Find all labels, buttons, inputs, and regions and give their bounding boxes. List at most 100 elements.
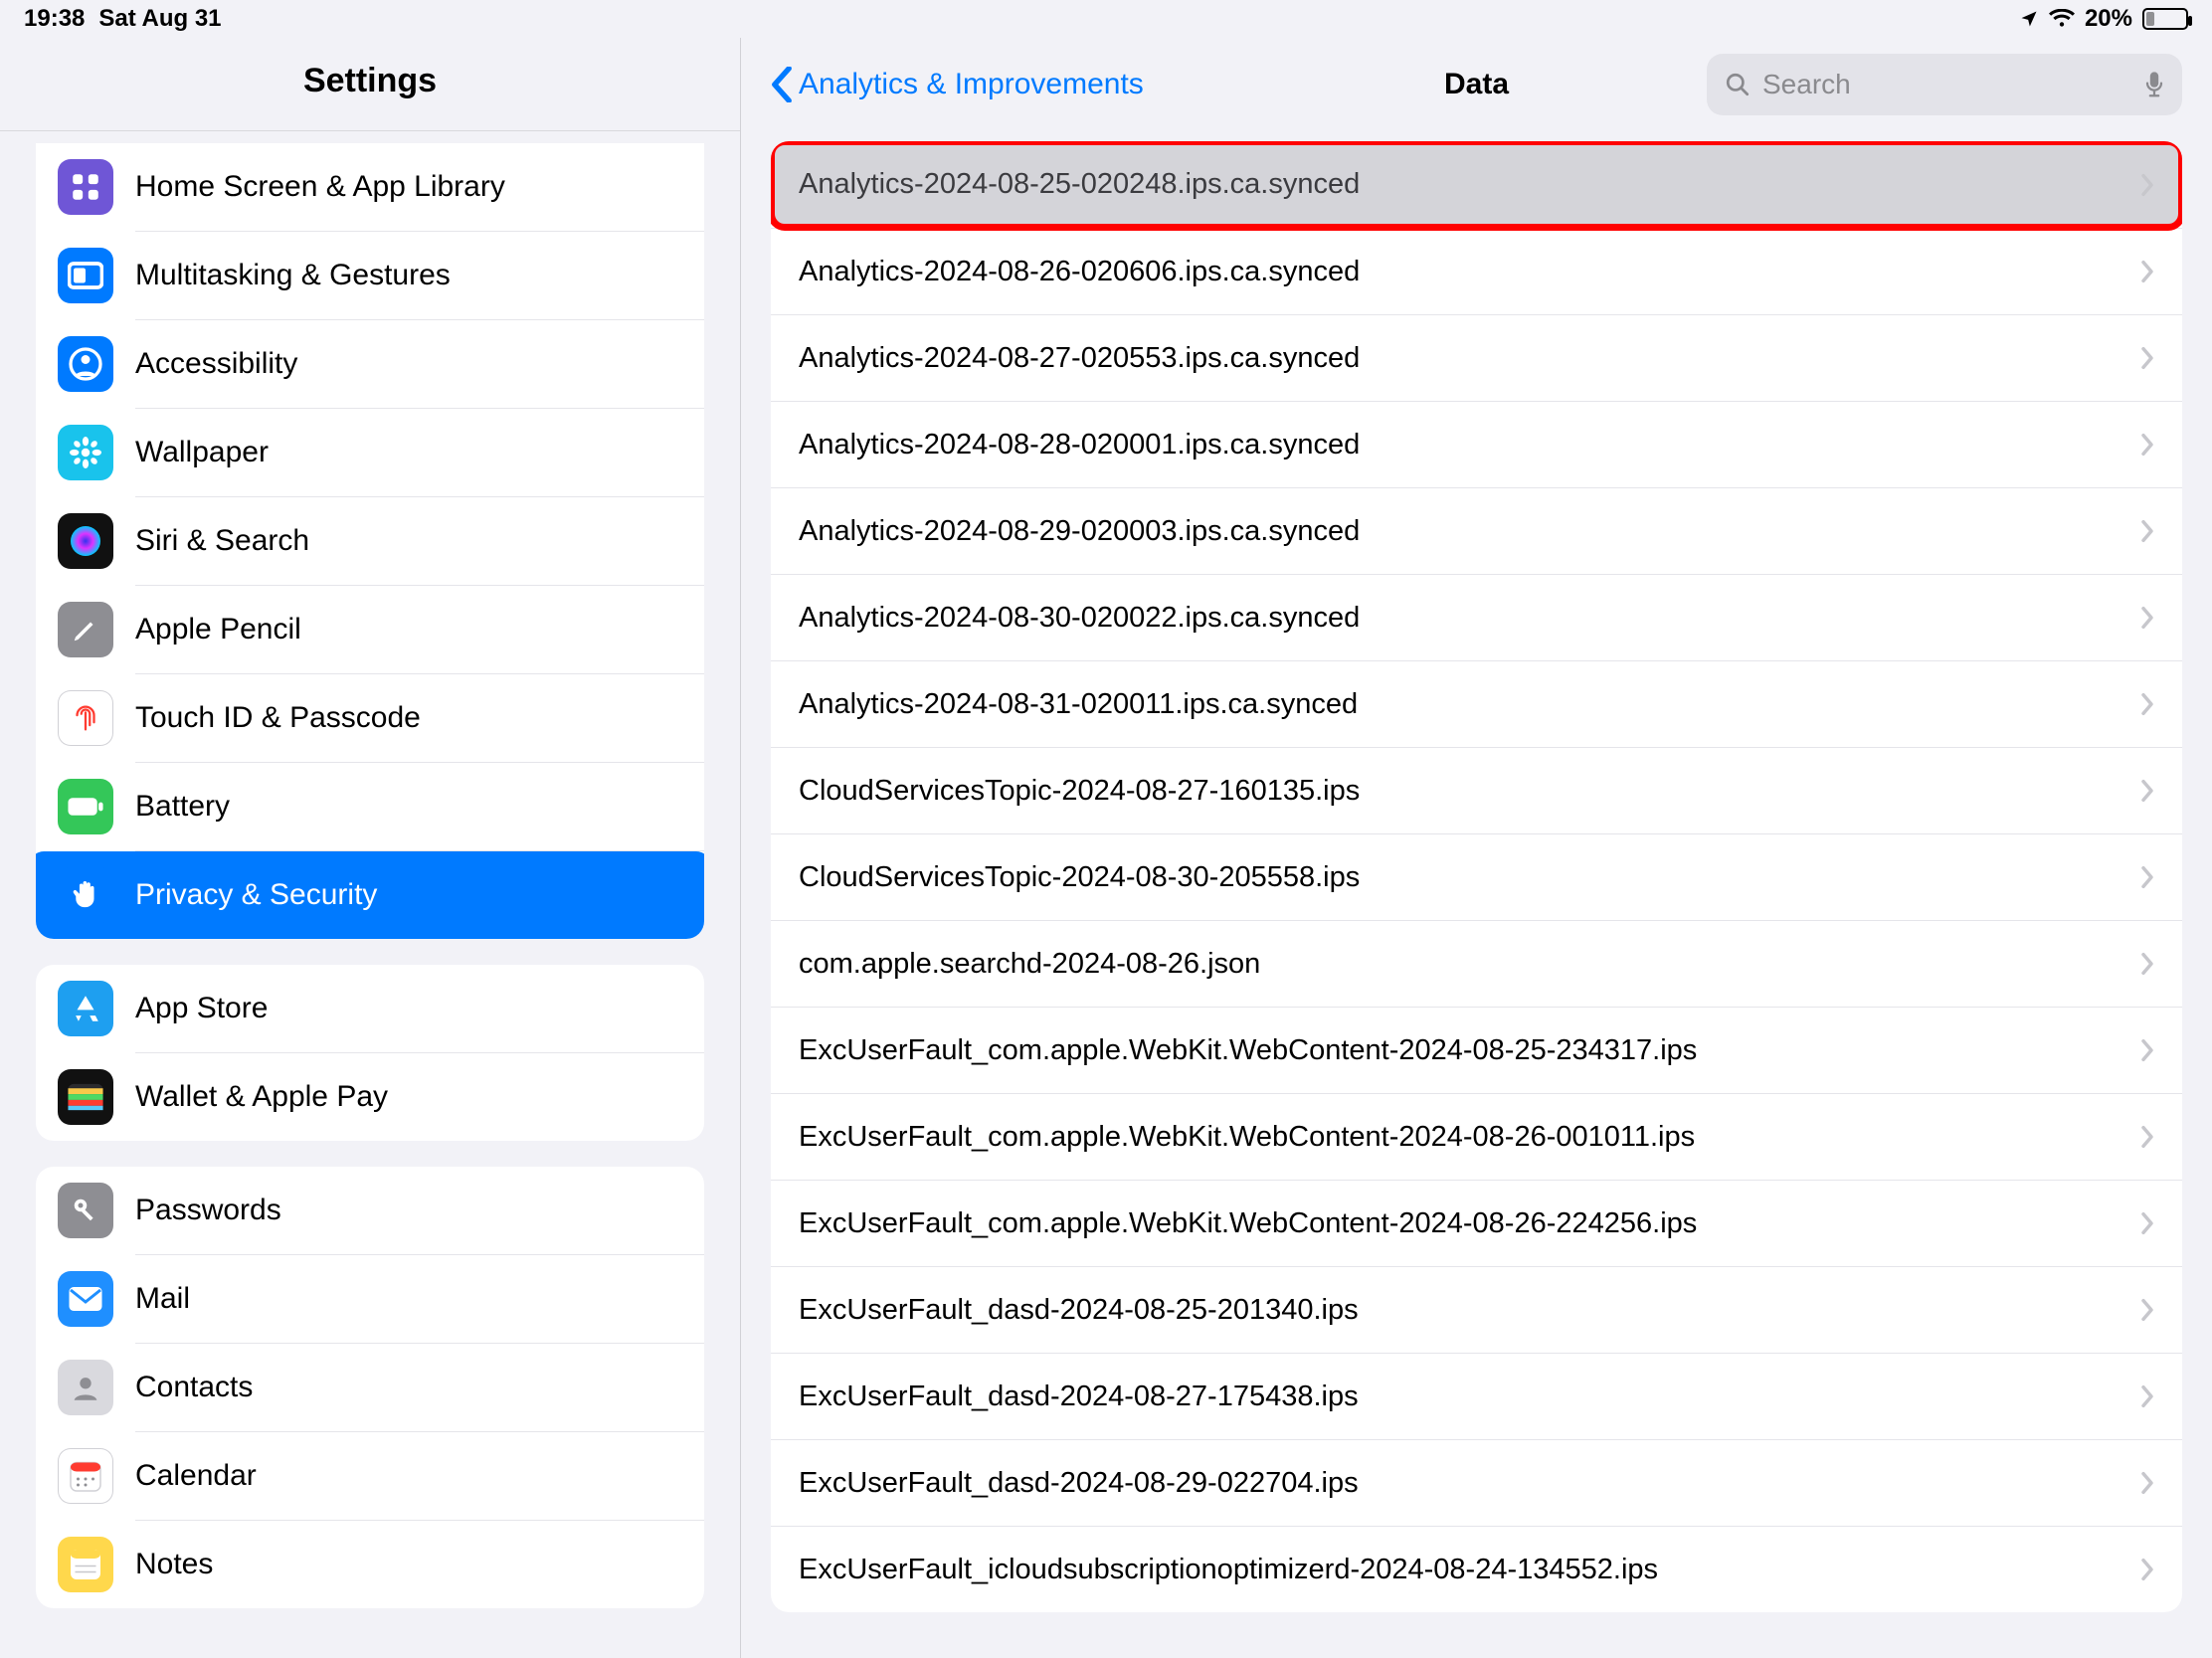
data-row-label: ExcUserFault_com.apple.WebKit.WebContent… bbox=[799, 1034, 1697, 1067]
status-time: 19:38 bbox=[24, 5, 85, 33]
hand-icon bbox=[58, 867, 113, 923]
rect-icon bbox=[58, 248, 113, 303]
data-row[interactable]: Analytics-2024-08-25-020248.ips.ca.synce… bbox=[771, 141, 2182, 228]
data-row-label: com.apple.searchd-2024-08-26.json bbox=[799, 948, 1260, 981]
chevron-right-icon bbox=[2140, 433, 2154, 457]
sidebar-item-passwords[interactable]: Passwords bbox=[36, 1167, 704, 1254]
data-row[interactable]: Analytics-2024-08-29-020003.ips.ca.synce… bbox=[771, 487, 2182, 574]
grid-icon bbox=[58, 159, 113, 215]
data-row[interactable]: Analytics-2024-08-31-020011.ips.ca.synce… bbox=[771, 660, 2182, 747]
sidebar-item-label: Accessibility bbox=[135, 347, 297, 381]
battery-icon bbox=[58, 779, 113, 834]
chevron-left-icon bbox=[771, 67, 793, 102]
calendar-icon bbox=[58, 1448, 113, 1504]
sidebar-item-label: Wallpaper bbox=[135, 436, 269, 469]
data-row[interactable]: ExcUserFault_dasd-2024-08-27-175438.ips bbox=[771, 1353, 2182, 1439]
sidebar-item-label: Passwords bbox=[135, 1194, 281, 1227]
sidebar-item-label: Wallet & Apple Pay bbox=[135, 1080, 388, 1114]
sidebar-item-label: Contacts bbox=[135, 1371, 253, 1404]
sidebar-item-appstore[interactable]: App Store bbox=[36, 965, 704, 1052]
sidebar-title: Settings bbox=[0, 38, 740, 131]
battery-percent: 20% bbox=[2085, 5, 2132, 33]
appstore-icon bbox=[58, 981, 113, 1036]
data-row[interactable]: Analytics-2024-08-27-020553.ips.ca.synce… bbox=[771, 314, 2182, 401]
chevron-right-icon bbox=[2140, 1038, 2154, 1062]
sidebar-item-privacy[interactable]: Privacy & Security bbox=[36, 851, 704, 939]
pencil-icon bbox=[58, 602, 113, 657]
search-input[interactable] bbox=[1762, 69, 2132, 100]
data-row-label: ExcUserFault_com.apple.WebKit.WebContent… bbox=[799, 1207, 1697, 1240]
data-row[interactable]: Analytics-2024-08-26-020606.ips.ca.synce… bbox=[771, 228, 2182, 314]
data-row-label: ExcUserFault_dasd-2024-08-29-022704.ips bbox=[799, 1467, 1359, 1500]
data-row[interactable]: CloudServicesTopic-2024-08-27-160135.ips bbox=[771, 747, 2182, 833]
sidebar-item-calendar[interactable]: Calendar bbox=[36, 1432, 704, 1520]
mail-icon bbox=[58, 1271, 113, 1327]
data-row-label: ExcUserFault_dasd-2024-08-27-175438.ips bbox=[799, 1381, 1359, 1413]
data-row-label: Analytics-2024-08-27-020553.ips.ca.synce… bbox=[799, 342, 1360, 375]
sidebar-item-multitasking[interactable]: Multitasking & Gestures bbox=[36, 232, 704, 319]
chevron-right-icon bbox=[2140, 1211, 2154, 1235]
chevron-right-icon bbox=[2140, 173, 2154, 197]
status-bar: 19:38 Sat Aug 31 20% bbox=[0, 0, 2212, 38]
sidebar-item-label: Notes bbox=[135, 1548, 213, 1581]
mic-icon[interactable] bbox=[2144, 71, 2164, 98]
data-row-label: ExcUserFault_dasd-2024-08-25-201340.ips bbox=[799, 1294, 1359, 1327]
key-icon bbox=[58, 1183, 113, 1238]
chevron-right-icon bbox=[2140, 519, 2154, 543]
sidebar-item-mail[interactable]: Mail bbox=[36, 1255, 704, 1343]
status-date: Sat Aug 31 bbox=[98, 5, 221, 33]
data-row-label: CloudServicesTopic-2024-08-30-205558.ips bbox=[799, 861, 1360, 894]
data-row[interactable]: CloudServicesTopic-2024-08-30-205558.ips bbox=[771, 833, 2182, 920]
data-row-label: CloudServicesTopic-2024-08-27-160135.ips bbox=[799, 775, 1360, 808]
chevron-right-icon bbox=[2140, 1125, 2154, 1149]
sidebar-item-home-screen[interactable]: Home Screen & App Library bbox=[36, 143, 704, 231]
data-row[interactable]: Analytics-2024-08-30-020022.ips.ca.synce… bbox=[771, 574, 2182, 660]
data-row-label: Analytics-2024-08-28-020001.ips.ca.synce… bbox=[799, 429, 1360, 461]
sidebar-item-accessibility[interactable]: Accessibility bbox=[36, 320, 704, 408]
sidebar-item-label: Calendar bbox=[135, 1459, 257, 1493]
sidebar-item-battery[interactable]: Battery bbox=[36, 763, 704, 850]
data-row-label: Analytics-2024-08-29-020003.ips.ca.synce… bbox=[799, 515, 1360, 548]
sidebar-item-wallpaper[interactable]: Wallpaper bbox=[36, 409, 704, 496]
page-title: Data bbox=[1444, 68, 1509, 101]
sidebar-item-label: Home Screen & App Library bbox=[135, 170, 505, 204]
flower-icon bbox=[58, 425, 113, 480]
sidebar-item-label: Battery bbox=[135, 790, 230, 824]
data-row-label: ExcUserFault_com.apple.WebKit.WebContent… bbox=[799, 1121, 1695, 1154]
data-row[interactable]: com.apple.searchd-2024-08-26.json bbox=[771, 920, 2182, 1007]
chevron-right-icon bbox=[2140, 260, 2154, 283]
sidebar-item-contacts[interactable]: Contacts bbox=[36, 1344, 704, 1431]
back-label: Analytics & Improvements bbox=[799, 68, 1144, 101]
sidebar-item-apple-pencil[interactable]: Apple Pencil bbox=[36, 586, 704, 673]
data-row[interactable]: ExcUserFault_dasd-2024-08-25-201340.ips bbox=[771, 1266, 2182, 1353]
sidebar-item-touchid[interactable]: Touch ID & Passcode bbox=[36, 674, 704, 762]
data-row[interactable]: ExcUserFault_com.apple.WebKit.WebContent… bbox=[771, 1007, 2182, 1093]
data-row[interactable]: ExcUserFault_com.apple.WebKit.WebContent… bbox=[771, 1093, 2182, 1180]
data-row-label: Analytics-2024-08-26-020606.ips.ca.synce… bbox=[799, 256, 1360, 288]
data-row[interactable]: Analytics-2024-08-28-020001.ips.ca.synce… bbox=[771, 401, 2182, 487]
fingerprint-icon bbox=[58, 690, 113, 746]
battery-icon bbox=[2142, 8, 2188, 30]
data-row-label: Analytics-2024-08-30-020022.ips.ca.synce… bbox=[799, 602, 1360, 635]
sidebar-item-wallet[interactable]: Wallet & Apple Pay bbox=[36, 1053, 704, 1141]
settings-sidebar: Settings Home Screen & App Library Multit… bbox=[0, 38, 741, 1658]
chevron-right-icon bbox=[2140, 952, 2154, 976]
chevron-right-icon bbox=[2140, 1298, 2154, 1322]
detail-header: Analytics & Improvements Data bbox=[741, 38, 2212, 131]
sidebar-item-label: Multitasking & Gestures bbox=[135, 259, 451, 292]
back-button[interactable]: Analytics & Improvements bbox=[771, 67, 1144, 102]
sidebar-scroll[interactable]: Home Screen & App Library Multitasking & … bbox=[0, 131, 740, 1648]
chevron-right-icon bbox=[2140, 779, 2154, 803]
notes-icon bbox=[58, 1537, 113, 1592]
chevron-right-icon bbox=[2140, 1471, 2154, 1495]
data-row[interactable]: ExcUserFault_dasd-2024-08-29-022704.ips bbox=[771, 1439, 2182, 1526]
chevron-right-icon bbox=[2140, 865, 2154, 889]
data-row[interactable]: ExcUserFault_com.apple.WebKit.WebContent… bbox=[771, 1180, 2182, 1266]
search-field[interactable] bbox=[1707, 54, 2182, 115]
data-row[interactable]: ExcUserFault_icloudsubscriptionoptimizer… bbox=[771, 1526, 2182, 1612]
wallet-icon bbox=[58, 1069, 113, 1125]
analytics-list[interactable]: Analytics-2024-08-25-020248.ips.ca.synce… bbox=[771, 141, 2182, 1612]
sidebar-item-label: Mail bbox=[135, 1282, 190, 1316]
sidebar-item-siri[interactable]: Siri & Search bbox=[36, 497, 704, 585]
sidebar-item-notes[interactable]: Notes bbox=[36, 1521, 704, 1608]
